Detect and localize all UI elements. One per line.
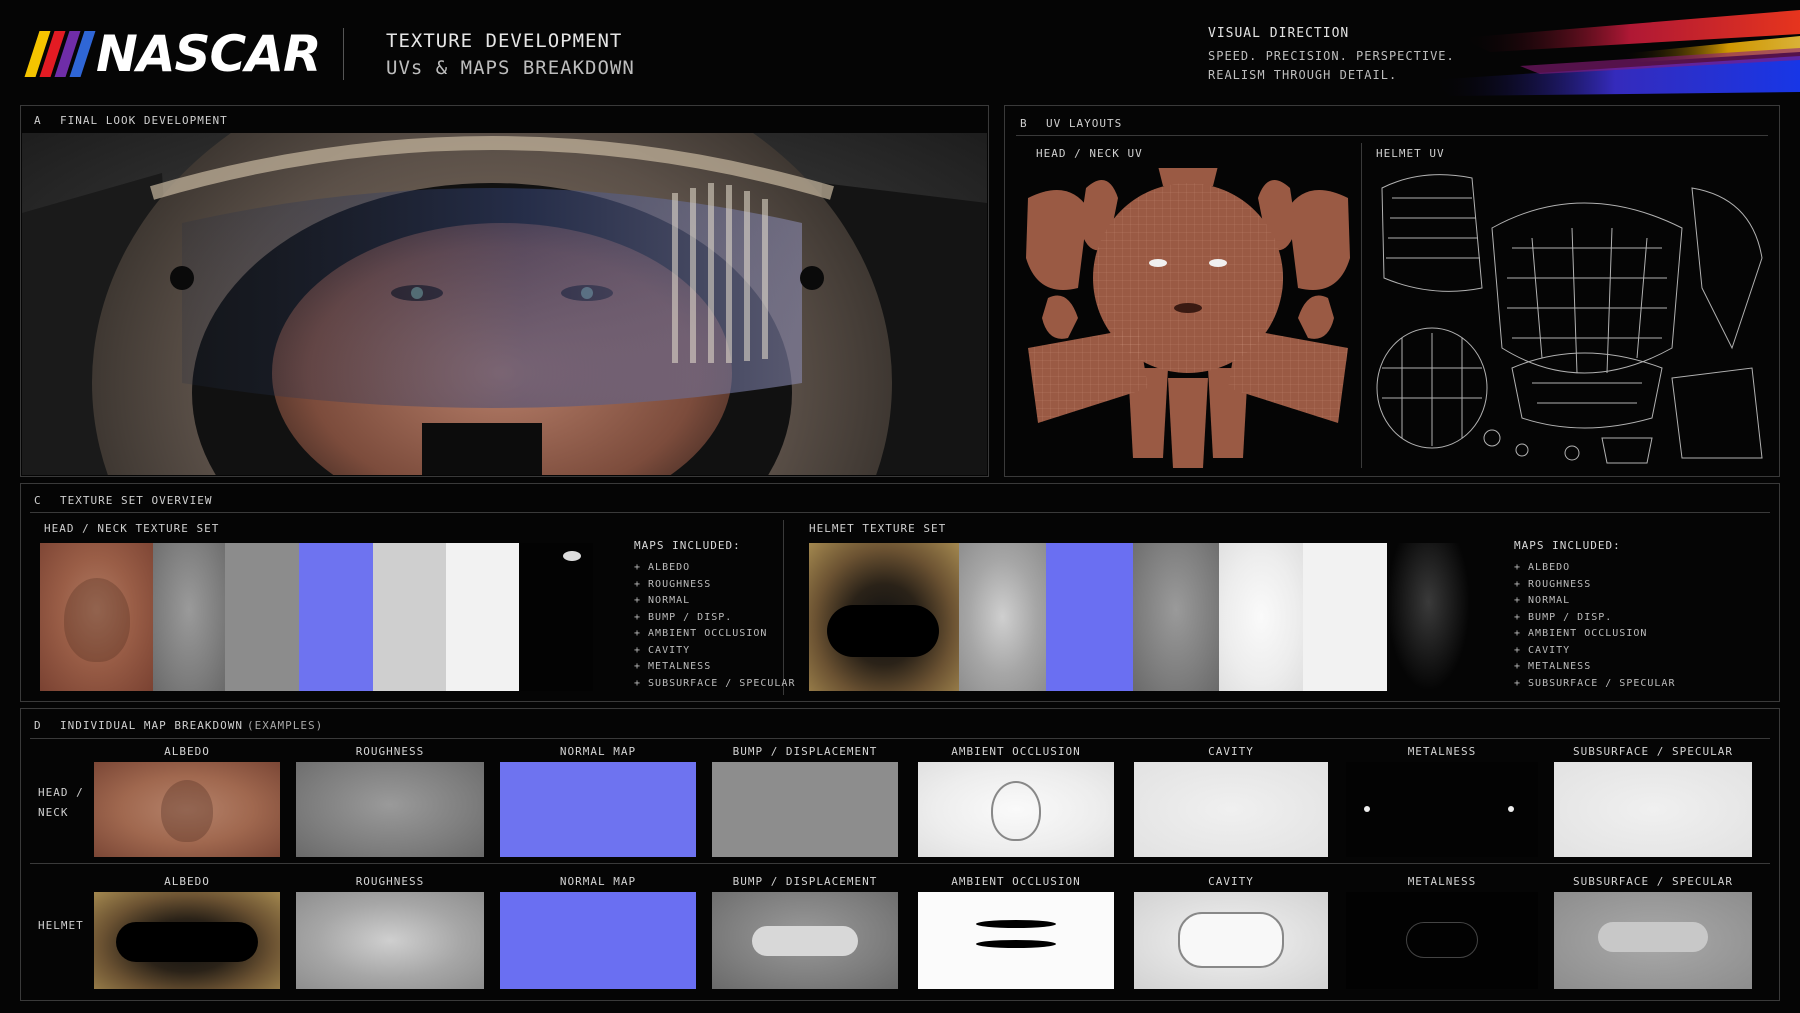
- uv-divider: [1361, 143, 1362, 468]
- map-item: + BUMP / DISP.: [1514, 611, 1613, 623]
- head-texture-ao: [373, 543, 446, 691]
- helmet-map-bump: [712, 892, 898, 989]
- helmet-texture-cavity: [1303, 543, 1387, 691]
- map-item: + ROUGHNESS: [1514, 578, 1592, 590]
- column-label: ROUGHNESS: [355, 745, 425, 758]
- map-item: + SUBSURFACE / SPECULAR: [634, 677, 796, 689]
- helmet-texture-albedo: [809, 543, 959, 691]
- helmet-map-cavity: [1134, 892, 1328, 989]
- head-map-cavity: [1134, 762, 1328, 857]
- map-item: + CAVITY: [634, 644, 691, 656]
- column-label: METALNESS: [1407, 745, 1477, 758]
- helmet-uv-layout: [1376, 174, 1763, 464]
- head-texture-set-label: HEAD / NECK TEXTURE SET: [44, 522, 220, 535]
- section-d-letter: D: [34, 719, 42, 732]
- section-d-rule: [30, 738, 1770, 739]
- column-label: AMBIENT OCCLUSION: [951, 875, 1081, 888]
- column-label: CAVITY: [1208, 875, 1254, 888]
- map-item: + SUBSURFACE / SPECULAR: [1514, 677, 1676, 689]
- helmet-texture-bump: [1133, 543, 1219, 691]
- helmet-texture-normal: [1046, 543, 1133, 691]
- helmet-map-albedo: [94, 892, 280, 989]
- section-a-title: FINAL LOOK DEVELOPMENT: [60, 114, 228, 127]
- header-divider: [343, 28, 344, 80]
- head-maps-list: MAPS INCLUDED: + ALBEDO + ROUGHNESS + NO…: [634, 539, 795, 692]
- head-texture-albedo: [40, 543, 153, 691]
- head-map-bump: [712, 762, 898, 857]
- column-label: SUBSURFACE / SPECULAR: [1572, 875, 1734, 888]
- column-label: ROUGHNESS: [355, 875, 425, 888]
- section-c-letter: C: [34, 494, 42, 507]
- helmet-uv-label: HELMET UV: [1376, 147, 1445, 160]
- section-c-rule: [30, 512, 1770, 513]
- head-texture-bump: [225, 543, 299, 691]
- map-item: + BUMP / DISP.: [634, 611, 733, 623]
- row-label-head: HEAD /: [38, 786, 84, 799]
- section-b-title: UV LAYOUTS: [1046, 117, 1123, 130]
- nascar-logo: NASCAR: [24, 25, 321, 83]
- section-b-rule: [1016, 135, 1768, 136]
- map-item: + CAVITY: [1514, 644, 1571, 656]
- section-d-row-rule: [30, 863, 1770, 864]
- map-item: + NORMAL: [1514, 595, 1571, 606]
- helmet-map-ao: [918, 892, 1114, 989]
- head-map-metalness: [1346, 762, 1538, 857]
- column-label: ALBEDO: [164, 875, 210, 888]
- helmet-texture-ao: [1219, 543, 1303, 691]
- head-map-ao: [918, 762, 1114, 857]
- section-d-title-suffix: (EXAMPLES): [247, 719, 324, 732]
- head-map-subsurface: [1554, 762, 1752, 857]
- column-label: AMBIENT OCCLUSION: [951, 745, 1081, 758]
- row-label-helmet: HELMET: [38, 919, 84, 932]
- speed-streak-graphic: [1430, 10, 1800, 96]
- section-c-title: TEXTURE SET OVERVIEW: [60, 494, 213, 507]
- helmet-texture-roughness: [959, 543, 1046, 691]
- maps-heading: MAPS INCLUDED:: [1514, 539, 1621, 552]
- column-label: CAVITY: [1208, 745, 1254, 758]
- logo-wordmark: NASCAR: [96, 25, 321, 83]
- map-item: + ALBEDO: [634, 562, 691, 573]
- column-label: SUBSURFACE / SPECULAR: [1572, 745, 1734, 758]
- map-item: + METALNESS: [634, 661, 712, 672]
- page-subtitle: UVs & MAPS BREAKDOWN: [386, 57, 635, 79]
- maps-heading: MAPS INCLUDED:: [634, 539, 741, 552]
- section-d-title: INDIVIDUAL MAP BREAKDOWN: [60, 719, 243, 732]
- final-render-image: [22, 133, 987, 475]
- column-label: METALNESS: [1407, 875, 1477, 888]
- head-uv-label: HEAD / NECK UV: [1036, 147, 1143, 160]
- section-a-letter: A: [34, 114, 42, 127]
- column-label: NORMAL MAP: [559, 745, 637, 758]
- head-map-normal: [500, 762, 696, 857]
- map-item: + NORMAL: [634, 595, 691, 606]
- head-texture-roughness: [153, 543, 225, 691]
- helmet-maps-list: MAPS INCLUDED: + ALBEDO + ROUGHNESS + NO…: [1514, 539, 1675, 692]
- head-texture-normal: [299, 543, 373, 691]
- helmet-texture-metalness: [1387, 543, 1470, 691]
- head-texture-metalness: [519, 543, 593, 691]
- head-texture-cavity: [446, 543, 519, 691]
- map-item: + METALNESS: [1514, 661, 1592, 672]
- column-label: BUMP / DISPLACEMENT: [732, 745, 878, 758]
- map-item: + ALBEDO: [1514, 562, 1571, 573]
- map-item: + ROUGHNESS: [634, 578, 712, 590]
- helmet-map-normal: [500, 892, 696, 989]
- head-map-albedo: [94, 762, 280, 857]
- head-map-roughness: [296, 762, 484, 857]
- map-item: + AMBIENT OCCLUSION: [1514, 628, 1648, 639]
- column-label: BUMP / DISPLACEMENT: [732, 875, 878, 888]
- row-label-neck: NECK: [38, 806, 69, 819]
- map-item: + AMBIENT OCCLUSION: [634, 628, 768, 639]
- helmet-map-metalness: [1346, 892, 1538, 989]
- column-label: NORMAL MAP: [559, 875, 637, 888]
- column-label: ALBEDO: [164, 745, 210, 758]
- helmet-texture-set-label: HELMET TEXTURE SET: [809, 522, 947, 535]
- page-title: TEXTURE DEVELOPMENT: [386, 30, 623, 52]
- helmet-map-roughness: [296, 892, 484, 989]
- section-b-letter: B: [1020, 117, 1028, 130]
- helmet-map-subsurface: [1554, 892, 1752, 989]
- head-uv-layout: [1026, 168, 1350, 468]
